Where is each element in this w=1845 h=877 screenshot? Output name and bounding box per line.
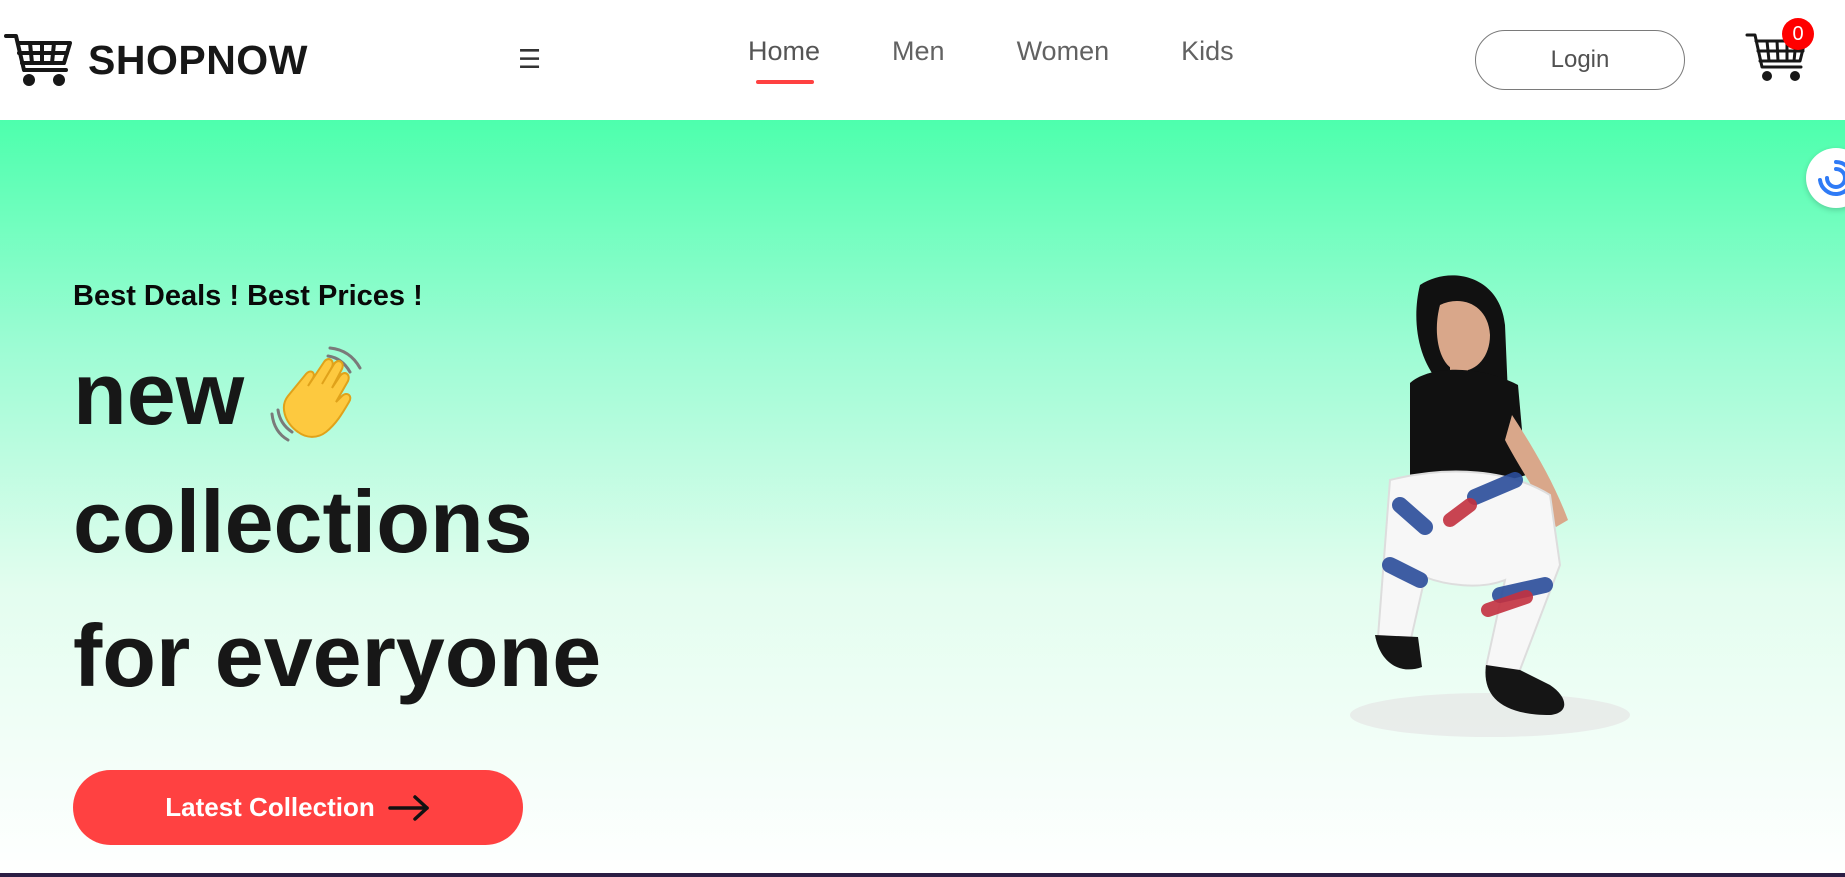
arrow-right-icon [387,794,429,821]
login-button[interactable]: Login [1475,30,1685,90]
navbar: SHOPNOW ☰ Home Men Women Kids Login 0 [0,0,1845,120]
shopping-cart-icon [4,34,72,86]
nav-item-label: Men [892,36,945,66]
nav-item-label: Women [1016,36,1110,66]
nav-item-kids[interactable]: Kids [1181,36,1234,67]
cta-label: Latest Collection [165,792,375,822]
hero-headline-line1: new [73,344,370,444]
cart-count-badge: 0 [1782,18,1814,50]
page-bottom-border [0,873,1845,877]
nav-item-men[interactable]: Men [892,36,945,67]
brand-logo[interactable]: SHOPNOW [4,30,308,90]
waving-hand-icon [270,346,362,442]
hamburger-menu-icon[interactable]: ☰ [518,46,541,72]
brand-name: SHOPNOW [88,36,308,83]
hero-headline-line2: collections [73,472,533,571]
main-navigation: Home Men Women Kids [748,36,1306,84]
hero-model-image [1350,275,1630,737]
active-nav-underline [756,80,814,84]
hero-tagline: Best Deals ! Best Prices ! [73,280,423,312]
nav-item-label: Home [748,36,821,66]
nav-item-women[interactable]: Women [1017,36,1110,67]
hero-headline-line3: for everyone [73,606,602,705]
nav-item-label: Kids [1181,36,1234,66]
latest-collection-button[interactable]: Latest Collection [73,770,523,845]
nav-item-home[interactable]: Home [748,36,821,84]
headline-text: new [73,344,245,443]
